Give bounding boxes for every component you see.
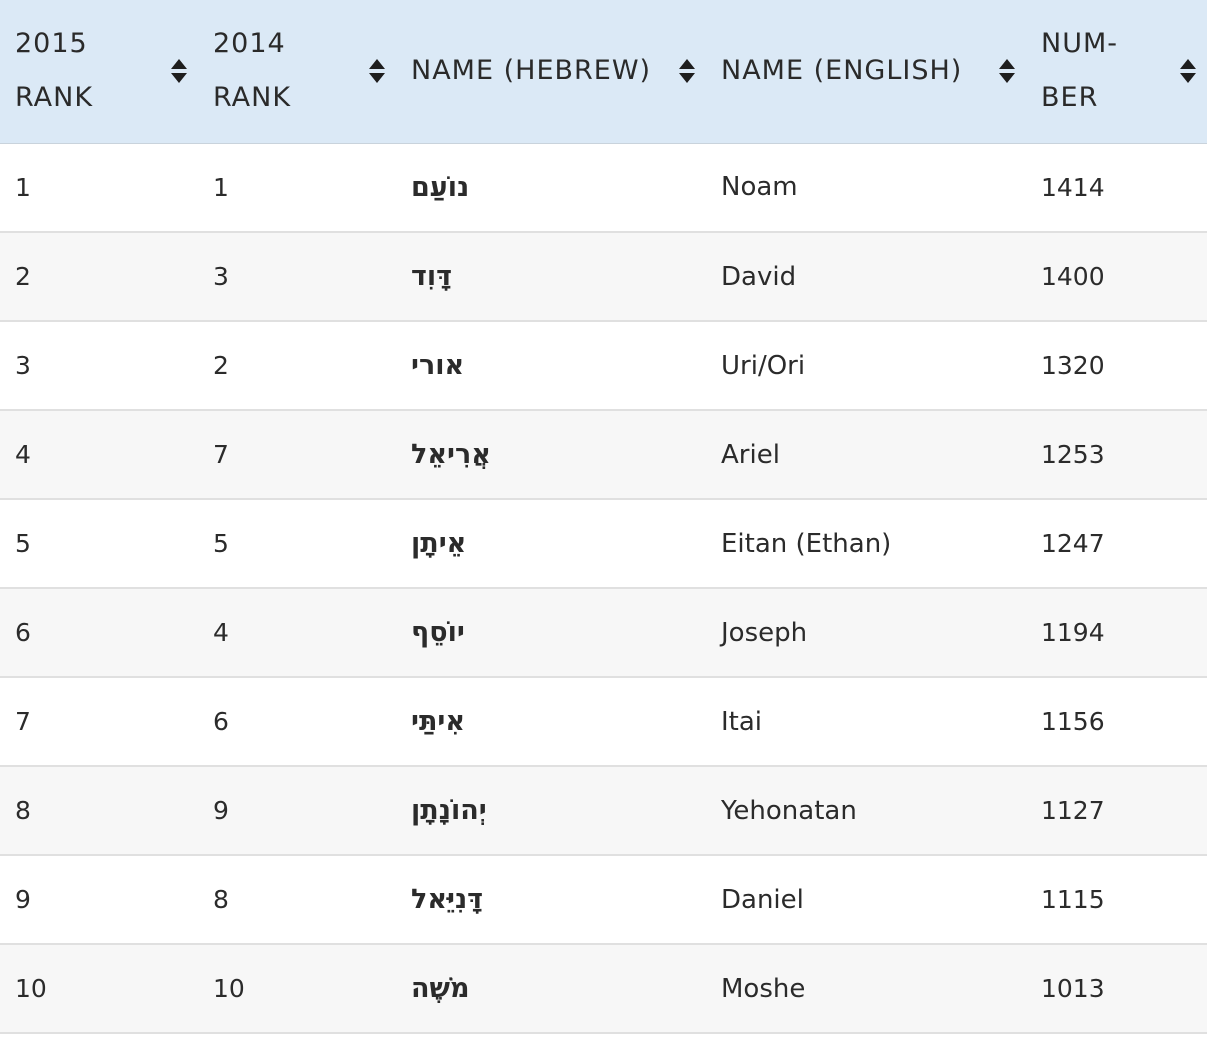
header-label-line1: 2014 bbox=[213, 28, 286, 60]
rank-2015-cell: 8 bbox=[15, 796, 31, 825]
english-name-cell: Eitan (Ethan) bbox=[721, 528, 892, 559]
header-label-line2: RANK bbox=[213, 82, 292, 114]
table-row: 8 9 יְהוֹנָתָן Yehonatan 1127 bbox=[0, 766, 1207, 855]
number-cell: 1253 bbox=[1041, 440, 1105, 469]
number-cell: 1194 bbox=[1041, 618, 1105, 647]
header-label: NAME (HEBREW) bbox=[411, 55, 652, 87]
sort-icon[interactable] bbox=[998, 58, 1016, 84]
table-row: 3 2 אורי Uri/Ori 1320 bbox=[0, 321, 1207, 410]
rank-2014-cell: 4 bbox=[213, 618, 229, 647]
table-row: 1 1 נוֹעַם Noam 1414 bbox=[0, 143, 1207, 232]
hebrew-name-cell: מֹשֶׁה bbox=[396, 944, 706, 1033]
column-header-name-hebrew[interactable]: NAME (HEBREW) bbox=[396, 0, 706, 144]
table-row: 6 4 יוֹסֵף Joseph 1194 bbox=[0, 588, 1207, 677]
english-name-cell: Joseph bbox=[721, 617, 808, 648]
table-row: 10 10 מֹשֶׁה Moshe 1013 bbox=[0, 944, 1207, 1033]
rank-2014-cell: 3 bbox=[213, 262, 229, 291]
hebrew-name-cell: אֵיתָן bbox=[396, 499, 706, 588]
table-row: 9 8 דָּנִיֵּאל Daniel 1115 bbox=[0, 855, 1207, 944]
hebrew-name: נוֹעַם bbox=[411, 171, 470, 203]
english-name-cell: David bbox=[721, 261, 797, 292]
rank-2015-cell: 9 bbox=[15, 885, 31, 914]
rank-2015-cell: 7 bbox=[15, 707, 31, 736]
rank-2015-cell: 10 bbox=[15, 974, 47, 1003]
table-row: 2 3 דָּוִד David 1400 bbox=[0, 232, 1207, 321]
hebrew-name: אִיתַּי bbox=[411, 706, 465, 737]
hebrew-name-cell: אֲרִיאֵל bbox=[396, 410, 706, 499]
table-row: 7 6 אִיתַּי Itai 1156 bbox=[0, 677, 1207, 766]
rank-2014-cell: 7 bbox=[213, 440, 229, 469]
rank-2014-cell: 6 bbox=[213, 707, 229, 736]
rank-2014-cell: 10 bbox=[213, 974, 245, 1003]
hebrew-name-cell: דָּוִד bbox=[396, 232, 706, 321]
rank-2014-cell: 9 bbox=[213, 796, 229, 825]
english-name-cell: Uri/Ori bbox=[721, 350, 806, 381]
hebrew-name: אֲרִיאֵל bbox=[411, 439, 491, 470]
header-label-line1: NUM- bbox=[1041, 28, 1118, 60]
number-cell: 1247 bbox=[1041, 529, 1105, 558]
number-cell: 1414 bbox=[1041, 172, 1105, 202]
rank-2014-cell: 2 bbox=[213, 351, 229, 380]
hebrew-name-cell: יְהוֹנָתָן bbox=[396, 766, 706, 855]
rank-2015-cell: 3 bbox=[15, 351, 31, 380]
sort-icon[interactable] bbox=[368, 58, 386, 84]
hebrew-name: אורי bbox=[411, 350, 465, 381]
header-label-line2: BER bbox=[1041, 82, 1099, 114]
column-header-2014-rank[interactable]: 2014 RANK bbox=[198, 0, 396, 144]
sort-icon[interactable] bbox=[678, 58, 696, 84]
hebrew-name-cell: דָּנִיֵּאל bbox=[396, 855, 706, 944]
english-name-cell: Ariel bbox=[721, 439, 780, 470]
english-name-cell: Itai bbox=[721, 706, 763, 737]
table-row: 5 5 אֵיתָן Eitan (Ethan) 1247 bbox=[0, 499, 1207, 588]
table-body: 1 1 נוֹעַם Noam 1414 2 3 דָּוִד David 14… bbox=[0, 143, 1207, 1033]
table-header: 2015 RANK 2014 RANK NAME (HEBREW) NAME (… bbox=[0, 0, 1207, 144]
column-header-name-english[interactable]: NAME (ENGLISH) bbox=[706, 0, 1026, 144]
header-label-line1: 2015 bbox=[15, 28, 88, 60]
rank-2015-cell: 6 bbox=[15, 618, 31, 647]
rank-2014-cell: 1 bbox=[213, 172, 229, 202]
header-label-line2: RANK bbox=[15, 82, 94, 114]
hebrew-name: אֵיתָן bbox=[411, 528, 467, 559]
rank-2014-cell: 5 bbox=[213, 529, 229, 558]
number-cell: 1400 bbox=[1041, 262, 1105, 291]
english-name-cell: Moshe bbox=[721, 973, 806, 1004]
hebrew-name: מֹשֶׁה bbox=[411, 973, 470, 1004]
number-cell: 1115 bbox=[1041, 885, 1105, 914]
hebrew-name-cell: יוֹסֵף bbox=[396, 588, 706, 677]
header-label: NAME (ENGLISH) bbox=[721, 55, 963, 87]
rank-2015-cell: 4 bbox=[15, 440, 31, 469]
english-name-cell: Noam bbox=[721, 172, 798, 203]
sort-icon[interactable] bbox=[1179, 58, 1197, 84]
number-cell: 1156 bbox=[1041, 707, 1105, 736]
hebrew-name-cell: נוֹעַם bbox=[396, 143, 706, 232]
number-cell: 1127 bbox=[1041, 796, 1105, 825]
english-name-cell: Daniel bbox=[721, 884, 804, 915]
column-header-2015-rank[interactable]: 2015 RANK bbox=[0, 0, 198, 144]
rank-2014-cell: 8 bbox=[213, 885, 229, 914]
hebrew-name: יְהוֹנָתָן bbox=[411, 795, 487, 826]
rank-2015-cell: 5 bbox=[15, 529, 31, 558]
rank-2015-cell: 1 bbox=[15, 172, 31, 202]
hebrew-name: דָּוִד bbox=[411, 261, 453, 292]
number-cell: 1320 bbox=[1041, 351, 1105, 380]
table-row: 4 7 אֲרִיאֵל Ariel 1253 bbox=[0, 410, 1207, 499]
column-header-number[interactable]: NUM- BER bbox=[1026, 0, 1207, 144]
hebrew-name-cell: אִיתַּי bbox=[396, 677, 706, 766]
header-row: 2015 RANK 2014 RANK NAME (HEBREW) NAME (… bbox=[0, 0, 1207, 144]
names-table: 2015 RANK 2014 RANK NAME (HEBREW) NAME (… bbox=[0, 0, 1207, 1034]
number-cell: 1013 bbox=[1041, 974, 1105, 1003]
english-name-cell: Yehonatan bbox=[721, 795, 857, 826]
sort-icon[interactable] bbox=[170, 58, 188, 84]
hebrew-name-cell: אורי bbox=[396, 321, 706, 410]
hebrew-name: דָּנִיֵּאל bbox=[411, 884, 484, 915]
rank-2015-cell: 2 bbox=[15, 262, 31, 291]
hebrew-name: יוֹסֵף bbox=[411, 617, 465, 648]
